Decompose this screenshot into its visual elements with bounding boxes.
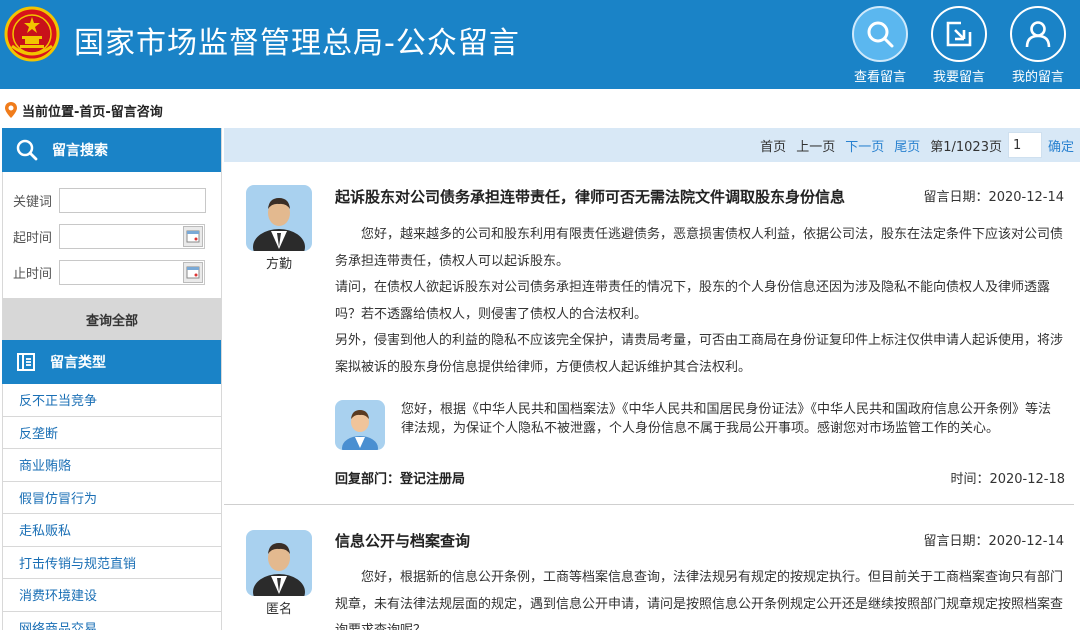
first-page-link[interactable]: 首页 <box>760 136 786 155</box>
reply-time: 时间：2020-12-18 <box>950 472 1065 487</box>
avatar <box>246 185 312 251</box>
view-messages-button[interactable]: 查看留言 <box>849 6 911 85</box>
message-date: 留言日期：2020-12-14 <box>923 534 1064 549</box>
message-title[interactable]: 起诉股东对公司债务承担连带责任，律师可否无需法院文件调取股东身份信息 <box>335 186 845 207</box>
keyword-label: 关键词 <box>13 194 53 210</box>
type-item-online-trade[interactable]: 网络商品交易 <box>3 612 221 630</box>
message-body: 您好，越来越多的公司和股东利用有限责任逃避债务，恶意损害债权人利益，依据公司法，… <box>335 227 1064 375</box>
author-name: 匿名 <box>265 602 292 617</box>
calendar-icon[interactable] <box>183 261 203 283</box>
message-item: 匿名 信息公开与档案查询 留言日期：2020-12-14 您好，根据新的信息公开… <box>224 508 1080 630</box>
keyword-input[interactable] <box>59 187 206 213</box>
search-form: 关键词 起时间 止时间 查询全部 <box>2 172 221 340</box>
start-time-input[interactable] <box>59 223 205 249</box>
page-info: 第1/1023页 <box>930 139 1002 155</box>
type-item-smuggling[interactable]: 走私贩私 <box>3 514 221 547</box>
end-time-label: 止时间 <box>13 266 53 282</box>
reply-department: 回复部门：登记注册局 <box>335 472 466 487</box>
person-icon <box>253 198 305 251</box>
divider <box>224 504 1074 505</box>
message-title[interactable]: 信息公开与档案查询 <box>335 530 470 551</box>
national-emblem-icon <box>4 6 60 62</box>
last-page-link[interactable]: 尾页 <box>894 136 920 155</box>
prev-page-link[interactable]: 上一页 <box>796 136 835 155</box>
query-all-button[interactable]: 查询全部 <box>3 298 221 340</box>
message-type-list: 反不正当竞争 反垄断 商业贿赂 假冒仿冒行为 走私贩私 打击传销与规范直销 消费… <box>2 384 221 630</box>
avatar <box>246 530 312 596</box>
search-panel-header: 留言搜索 <box>2 128 221 172</box>
type-item-counterfeit[interactable]: 假冒仿冒行为 <box>3 482 221 514</box>
staff-icon <box>342 410 378 450</box>
site-title: 国家市场监督管理总局-公众留言 <box>74 26 520 61</box>
end-time-input[interactable] <box>59 259 205 285</box>
message-list: 首页 上一页 下一页 尾页 第1/1023页 1 确定 方勤 起诉股东对公司债务… <box>224 128 1080 630</box>
reply-block: 您好，根据《中华人民共和国档案法》《中华人民共和国居民身份证法》《中华人民共和国… <box>335 400 1063 452</box>
message-body: 您好，根据新的信息公开条例，工商等档案信息查询，法律法规另有规定的按规定执行。但… <box>335 570 1064 630</box>
search-icon <box>16 139 38 161</box>
confirm-page-button[interactable]: 确定 <box>1048 136 1074 155</box>
user-icon <box>1025 21 1051 48</box>
site-header: 国家市场监督管理总局-公众留言 查看留言 我要留言 我的留言 <box>0 0 1080 89</box>
post-message-button[interactable]: 我要留言 <box>928 6 990 85</box>
sidebar: 留言搜索 关键词 起时间 止时间 查询全部 留言类型 反不正当竞争 反垄断 商业… <box>2 128 222 630</box>
start-time-label: 起时间 <box>13 230 53 246</box>
reply-footer: 回复部门：登记注册局 时间：2020-12-18 <box>335 468 1065 487</box>
person-icon <box>253 543 305 596</box>
list-icon <box>17 353 35 371</box>
location-pin-icon <box>5 102 17 118</box>
calendar-icon[interactable] <box>183 225 203 247</box>
pagination: 首页 上一页 下一页 尾页 第1/1023页 1 确定 <box>224 128 1080 162</box>
message-item: 方勤 起诉股东对公司债务承担连带责任，律师可否无需法院文件调取股东身份信息 留言… <box>224 162 1080 508</box>
author-name: 方勤 <box>265 257 292 272</box>
reply-avatar <box>335 400 385 450</box>
breadcrumb: 当前位置-首页-留言咨询 <box>4 100 163 120</box>
my-messages-button[interactable]: 我的留言 <box>1007 6 1069 85</box>
message-types-header: 留言类型 <box>2 340 221 384</box>
reply-text: 您好，根据《中华人民共和国档案法》《中华人民共和国居民身份证法》《中华人民共和国… <box>401 402 1052 436</box>
page-number-input[interactable]: 1 <box>1007 132 1042 158</box>
type-item-pyramid-selling[interactable]: 打击传销与规范直销 <box>3 547 221 579</box>
message-date: 留言日期：2020-12-14 <box>923 190 1064 205</box>
edit-icon <box>946 21 972 47</box>
breadcrumb-text: 当前位置-首页-留言咨询 <box>22 104 163 120</box>
search-icon <box>867 21 894 48</box>
next-page-link[interactable]: 下一页 <box>845 136 884 155</box>
type-item-anti-monopoly[interactable]: 反垄断 <box>3 417 221 449</box>
type-item-consumer-environment[interactable]: 消费环境建设 <box>3 579 221 612</box>
type-item-commercial-bribery[interactable]: 商业贿赂 <box>3 449 221 482</box>
type-item-unfair-competition[interactable]: 反不正当竞争 <box>3 384 221 417</box>
